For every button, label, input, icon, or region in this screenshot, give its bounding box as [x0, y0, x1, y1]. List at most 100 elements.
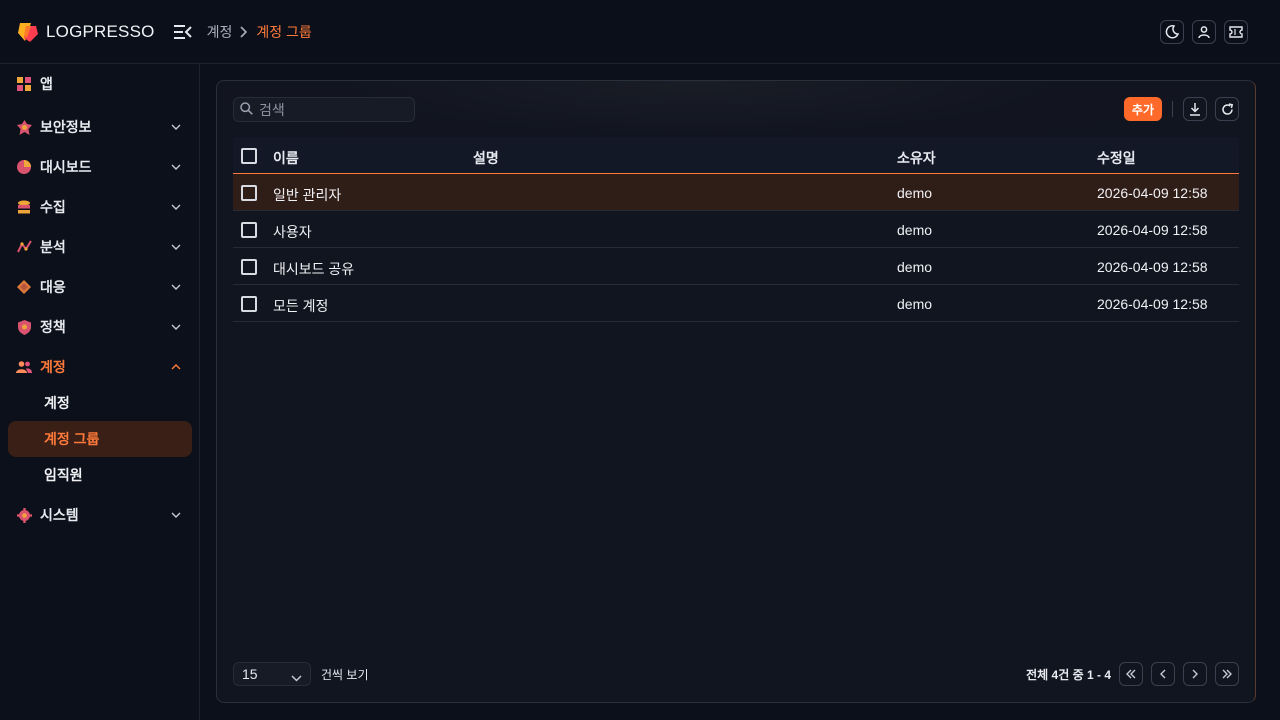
table-row[interactable]: 일반 관리자 demo 2026-04-09 12:58	[233, 174, 1239, 211]
sidebar-item-dashboard[interactable]: 대시보드	[8, 149, 192, 185]
top-header: LOGPRESSO 계정 계정 그룹	[0, 0, 1280, 64]
refresh-icon	[1221, 102, 1233, 115]
breadcrumb-item-accounts[interactable]: 계정	[207, 22, 233, 42]
search-input[interactable]	[259, 101, 399, 118]
sidebar-subitem-account-groups[interactable]: 계정 그룹	[8, 421, 192, 457]
pagination	[1119, 662, 1239, 686]
sidebar-item-label: 수집	[40, 199, 66, 215]
sidebar-item-analysis[interactable]: 분석	[8, 229, 192, 265]
main-panel: 추가 이름 설명 소유자 수정일 일반 관리자 demo 2026-04-09 …	[216, 80, 1256, 703]
sidebar-item-collection[interactable]: 수집	[8, 189, 192, 225]
breadcrumb-item-current: 계정 그룹	[256, 23, 312, 40]
chevron-left-icon	[1160, 669, 1166, 679]
select-all-checkbox[interactable]	[241, 148, 257, 164]
download-icon	[1190, 102, 1200, 116]
prev-page-button[interactable]	[1151, 662, 1175, 686]
logo-mark-icon	[16, 20, 40, 44]
sidebar: 앱 보안정보 대시보드 수집 분석 대응 정책 계정 계정 계정 그룹 임직원 …	[0, 64, 200, 720]
cell-name: 모든 계정	[273, 298, 329, 314]
sidebar-item-accounts[interactable]: 계정	[8, 349, 192, 385]
chevron-down-icon	[170, 201, 182, 213]
row-checkbox[interactable]	[241, 222, 257, 238]
ticket-button[interactable]	[1224, 20, 1248, 44]
sidebar-item-security-info[interactable]: 보안정보	[8, 109, 192, 145]
sidebar-item-label: 계정	[40, 359, 66, 375]
sidebar-item-policy[interactable]: 정책	[8, 309, 192, 345]
chevron-up-icon	[170, 361, 182, 373]
next-page-button[interactable]	[1183, 662, 1207, 686]
moon-icon	[1165, 25, 1179, 39]
chevron-right-icon	[1192, 669, 1198, 679]
sidebar-item-label: 분석	[40, 239, 66, 255]
analysis-icon	[16, 239, 32, 255]
search-box[interactable]	[233, 97, 415, 122]
logo-text: LOGPRESSO	[46, 21, 155, 41]
sidebar-item-label: 대응	[40, 279, 66, 295]
system-gear-icon	[16, 507, 32, 523]
cell-modified: 2026-04-09 12:58	[1097, 259, 1208, 275]
cell-owner: demo	[897, 296, 933, 312]
refresh-button[interactable]	[1215, 97, 1239, 121]
last-page-button[interactable]	[1215, 662, 1239, 686]
cell-owner: demo	[897, 259, 933, 275]
column-header-name[interactable]: 이름	[273, 148, 299, 168]
cell-name: 일반 관리자	[273, 187, 342, 203]
chevron-down-icon	[170, 509, 182, 521]
security-info-icon	[16, 119, 32, 135]
menu-collapse-icon[interactable]	[173, 22, 193, 42]
column-header-owner[interactable]: 소유자	[897, 148, 936, 168]
column-header-modified[interactable]: 수정일	[1097, 148, 1136, 168]
cell-modified: 2026-04-09 12:58	[1097, 222, 1208, 238]
sidebar-item-label: 시스템	[40, 507, 79, 523]
cell-modified: 2026-04-09 12:58	[1097, 296, 1208, 312]
search-icon	[240, 101, 253, 118]
table-row[interactable]: 모든 계정 demo 2026-04-09 12:58	[233, 285, 1239, 322]
page-size-value: 15	[242, 666, 258, 682]
response-icon	[16, 279, 32, 295]
row-checkbox[interactable]	[241, 259, 257, 275]
per-page-label: 건씩 보기	[321, 668, 369, 682]
pagination-summary: 전체 4건 중 1 - 4	[1026, 668, 1111, 682]
chevron-down-icon	[170, 121, 182, 133]
sidebar-item-label: 보안정보	[40, 119, 92, 135]
sidebar-subitem-employees[interactable]: 임직원	[8, 457, 192, 493]
policy-icon	[16, 319, 32, 335]
toolbar-divider	[1172, 101, 1173, 117]
row-checkbox[interactable]	[241, 185, 257, 201]
user-profile-button[interactable]	[1192, 20, 1216, 44]
sidebar-item-apps[interactable]: 앱	[8, 66, 192, 102]
sidebar-item-response[interactable]: 대응	[8, 269, 192, 305]
ticket-icon	[1229, 26, 1243, 38]
cell-owner: demo	[897, 185, 933, 201]
chevron-down-icon	[170, 241, 182, 253]
add-button[interactable]: 추가	[1123, 97, 1162, 121]
download-button[interactable]	[1183, 97, 1207, 121]
sidebar-item-label: 앱	[40, 76, 53, 92]
breadcrumb: 계정 계정 그룹	[207, 22, 312, 42]
chevron-right-icon	[240, 25, 248, 38]
table-row[interactable]: 대시보드 공유 demo 2026-04-09 12:58	[233, 248, 1239, 285]
cell-name: 대시보드 공유	[273, 261, 355, 277]
cell-name: 사용자	[273, 224, 312, 240]
theme-toggle-button[interactable]	[1160, 20, 1184, 44]
row-checkbox[interactable]	[241, 296, 257, 312]
sidebar-subitem-accounts[interactable]: 계정	[8, 385, 192, 421]
chevrons-right-icon	[1222, 669, 1232, 679]
sidebar-item-system[interactable]: 시스템	[8, 497, 192, 533]
logo[interactable]: LOGPRESSO	[16, 20, 155, 44]
column-header-description[interactable]: 설명	[473, 148, 499, 168]
chevron-down-icon	[291, 669, 302, 685]
cell-owner: demo	[897, 222, 933, 238]
table-row[interactable]: 사용자 demo 2026-04-09 12:58	[233, 211, 1239, 248]
chevrons-left-icon	[1126, 669, 1136, 679]
chevron-down-icon	[170, 321, 182, 333]
page-size-select[interactable]: 15	[233, 662, 311, 686]
dashboard-icon	[16, 159, 32, 175]
sidebar-item-label: 정책	[40, 319, 66, 335]
table-header: 이름 설명 소유자 수정일	[233, 137, 1239, 174]
first-page-button[interactable]	[1119, 662, 1143, 686]
cell-modified: 2026-04-09 12:58	[1097, 185, 1208, 201]
user-icon	[1198, 26, 1210, 39]
collection-icon	[16, 199, 32, 215]
chevron-down-icon	[170, 281, 182, 293]
